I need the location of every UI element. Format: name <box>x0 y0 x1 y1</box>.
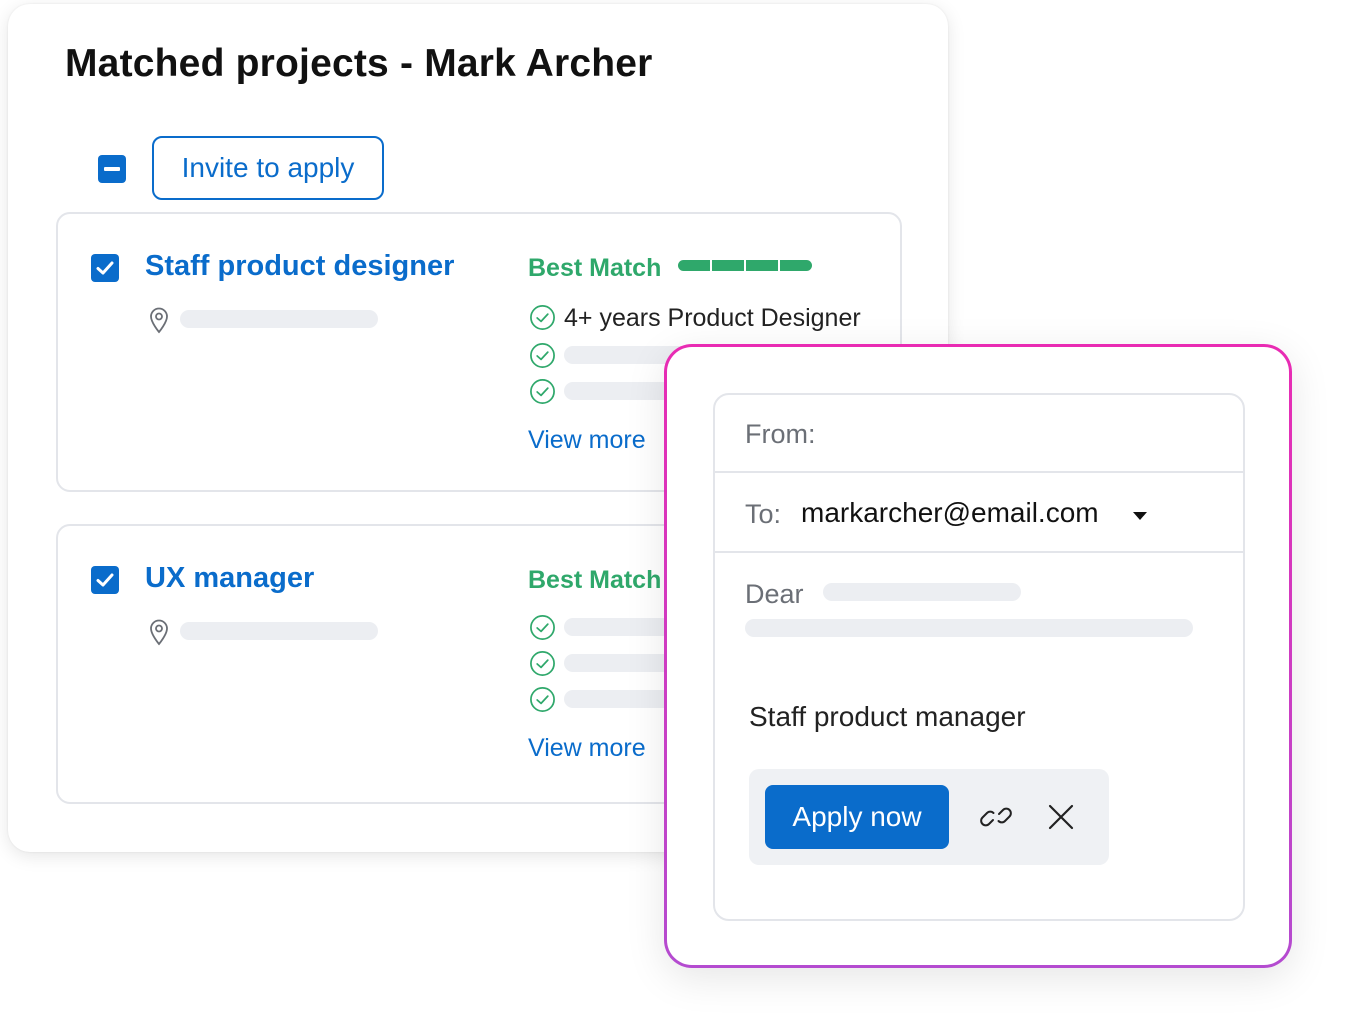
to-recipient[interactable]: markarcher@email.com <box>801 497 1099 529</box>
select-all-checkbox[interactable] <box>98 155 126 183</box>
apply-now-button[interactable]: Apply now <box>765 785 949 849</box>
location-placeholder <box>180 622 378 640</box>
check-circle-icon <box>530 651 555 676</box>
check-circle-icon <box>530 379 555 404</box>
invite-to-apply-button[interactable]: Invite to apply <box>152 136 384 200</box>
check-circle-icon <box>530 615 555 640</box>
caret-down-icon[interactable] <box>1131 510 1149 522</box>
project-checkbox[interactable] <box>91 254 119 282</box>
link-icon[interactable] <box>979 803 1013 831</box>
email-composer: From: To: markarcher@email.com Dear Staf… <box>713 393 1245 921</box>
match-label: Best Match <box>528 254 662 282</box>
action-bar: Apply now <box>749 769 1109 865</box>
check-circle-icon <box>530 305 555 330</box>
email-invite-popup: From: To: markarcher@email.com Dear Staf… <box>664 344 1292 968</box>
check-circle-icon <box>530 343 555 368</box>
from-label: From: <box>745 419 816 449</box>
minus-checkbox-icon <box>104 167 120 171</box>
location-pin-icon <box>150 307 168 334</box>
divider <box>715 551 1243 553</box>
recipient-name-placeholder <box>823 583 1021 601</box>
project-title[interactable]: UX manager <box>145 562 314 595</box>
role-title: Staff product manager <box>749 701 1026 732</box>
criteria-text: 4+ years Product Designer <box>564 304 861 332</box>
message-placeholder <box>745 619 1193 637</box>
close-icon[interactable] <box>1047 803 1075 831</box>
view-more-link[interactable]: View more <box>528 734 646 763</box>
project-checkbox[interactable] <box>91 566 119 594</box>
page-title: Matched projects - Mark Archer <box>65 42 653 85</box>
project-title[interactable]: Staff product designer <box>145 250 454 283</box>
match-label: Best Match <box>528 566 662 594</box>
to-label: To: <box>745 499 782 529</box>
check-circle-icon <box>530 687 555 712</box>
dear-label: Dear <box>745 579 804 609</box>
view-more-link[interactable]: View more <box>528 426 646 455</box>
check-icon <box>96 261 114 275</box>
divider <box>715 471 1243 473</box>
location-pin-icon <box>150 619 168 646</box>
match-strength-bar <box>678 260 812 271</box>
location-placeholder <box>180 310 378 328</box>
check-icon <box>96 573 114 587</box>
